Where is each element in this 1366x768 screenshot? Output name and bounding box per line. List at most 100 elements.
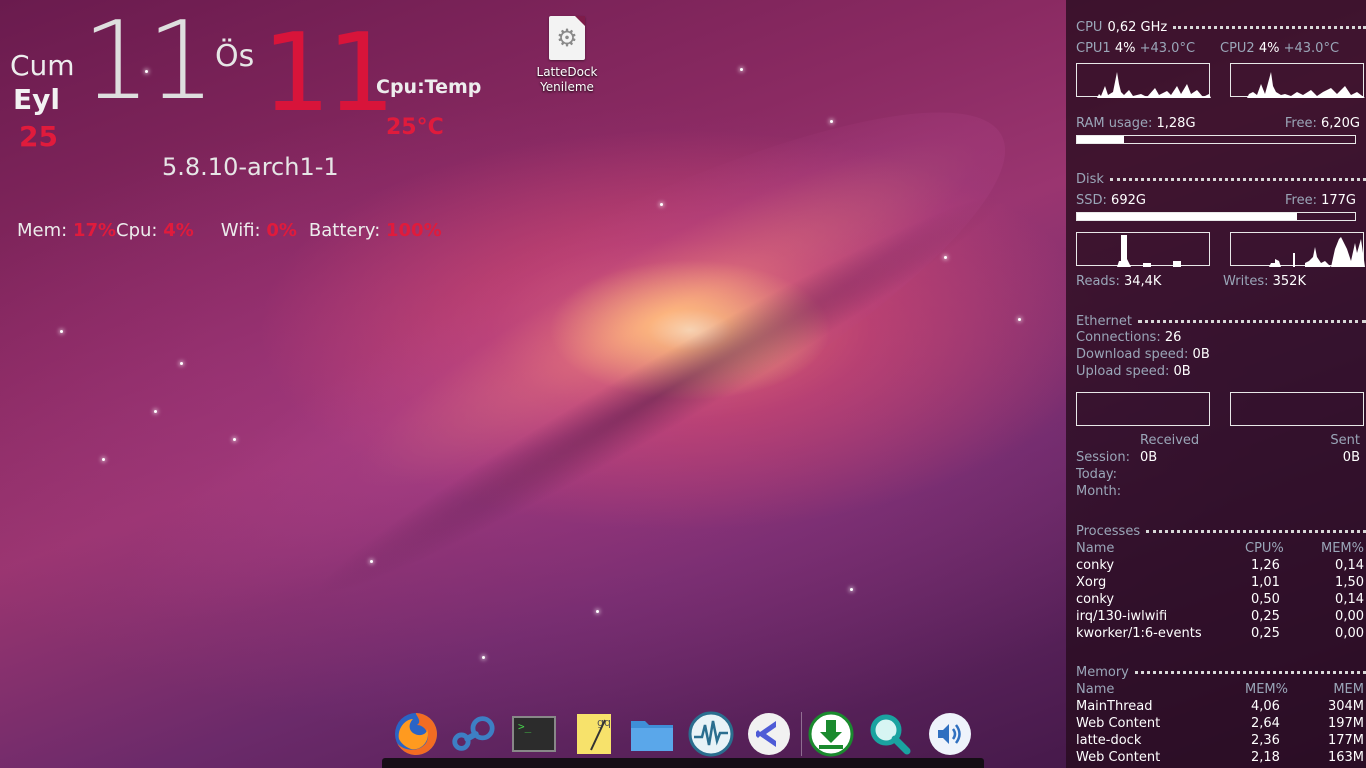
process-mem: 0,14 [1335, 558, 1364, 573]
cpu1-graph [1076, 63, 1211, 98]
memory-col-name: Name [1076, 682, 1115, 697]
ssd-free-label: Free: [1285, 193, 1317, 208]
memory-process-pct: 2,64 [1251, 716, 1280, 731]
battery-label: Battery: [308, 220, 386, 241]
cpu1-label: CPU1 [1076, 41, 1111, 56]
visual-studio-code-icon [748, 713, 790, 755]
process-cpu: 0,25 [1251, 609, 1280, 624]
clock-hour: 11 [82, 0, 215, 124]
firefox-launcher[interactable] [392, 710, 440, 758]
ram-usage-line: RAM usage: 1,28G [1076, 116, 1196, 132]
processes-column-headers: Name CPU% MEM% [1076, 540, 1366, 557]
star [370, 560, 373, 563]
connections-value: 26 [1164, 330, 1182, 345]
text-editor-icon: gq [577, 714, 611, 754]
cpu2-usage: 4% [1258, 41, 1280, 56]
memory-process-name: Web Content [1076, 750, 1161, 765]
processes-title: Processes [1076, 523, 1141, 539]
ram-free-label: Free: [1284, 116, 1317, 131]
star [180, 362, 183, 365]
process-row: conky 1,26 0,14 [1076, 557, 1366, 574]
visual-studio-code-launcher[interactable] [745, 710, 793, 758]
ethernet-title: Ethernet [1076, 313, 1132, 329]
process-row: kworker/1:6-events 0,25 0,00 [1076, 625, 1366, 642]
memory-process-pct: 4,06 [1251, 699, 1280, 714]
desktop[interactable]: Cum Eyl 25 11 Ös 11 Cpu:Temp 25°C 5.8.10… [0, 0, 1366, 768]
steam-icon [452, 716, 495, 751]
system-monitor-launcher[interactable] [687, 710, 735, 758]
ram-usage-bar-fill [1077, 136, 1125, 143]
file-manager-icon [631, 721, 673, 751]
disk-reads-label: Reads: [1076, 274, 1120, 289]
system-stats-line: Mem: 17%Cpu: 4% Wifi: 0% Battery: 100% [17, 220, 442, 241]
terminal-icon: >_ [512, 716, 556, 752]
upload-speed-value: 0B [1173, 364, 1191, 379]
process-name: Xorg [1076, 575, 1107, 590]
process-row: Xorg 1,01 1,50 [1076, 574, 1366, 591]
star [482, 656, 485, 659]
search-tool-icon [870, 714, 911, 755]
system-monitor-icon [688, 711, 734, 757]
process-cpu: 1,01 [1251, 575, 1280, 590]
cpu2-temp: +43.0°C [1283, 41, 1340, 56]
download-manager-launcher[interactable] [807, 710, 855, 758]
upload-speed-line: Upload speed: 0B [1076, 364, 1191, 380]
process-row: irq/130-iwlwifi 0,25 0,00 [1076, 608, 1366, 625]
desktop-file-lattedock-yenileme[interactable]: ⚙ LatteDock Yenileme [527, 16, 607, 95]
process-cpu: 0,50 [1251, 592, 1280, 607]
ram-used: 1,28G [1156, 116, 1196, 131]
day-number: 25 [19, 120, 58, 153]
month-label: Month: [1076, 484, 1122, 499]
sent-label: Sent [1330, 433, 1360, 448]
ssd-free-line: Free: 177G [1285, 193, 1356, 209]
search-tool-launcher[interactable] [866, 710, 914, 758]
steam-launcher[interactable] [448, 710, 496, 758]
cpu-value: 4% [163, 220, 194, 241]
file-manager-launcher[interactable] [628, 710, 676, 758]
ram-usage-bar [1076, 135, 1356, 144]
memory-title: Memory [1076, 664, 1129, 680]
desktop-file-label: LatteDock Yenileme [527, 65, 607, 95]
memory-process-pct: 2,36 [1251, 733, 1280, 748]
text-editor-launcher[interactable]: gq [570, 710, 618, 758]
ethernet-section-header: Ethernet [1076, 313, 1366, 329]
session-label: Session: [1076, 450, 1130, 465]
disk-reads-line: Reads: 34,4K [1076, 274, 1161, 290]
disk-writes-value: 352K [1272, 274, 1306, 289]
processes-col-mem: MEM% [1321, 541, 1364, 556]
cpu-section-header: CPU 0,62 GHz [1076, 19, 1366, 35]
process-name: conky [1076, 592, 1115, 607]
process-name: conky [1076, 558, 1115, 573]
clock-minute: 11 [262, 11, 395, 136]
memory-process-name: Web Content [1076, 716, 1161, 731]
cpu1-temp: +43.0°C [1139, 41, 1196, 56]
memory-process-mem: 177M [1327, 733, 1364, 748]
download-graph [1076, 392, 1210, 426]
desktop-file-label-line2: Yenileme [540, 80, 594, 94]
terminal-launcher[interactable]: >_ [510, 710, 558, 758]
processes-col-name: Name [1076, 541, 1115, 556]
cpu2-line: CPU2 4% +43.0°C [1220, 41, 1339, 57]
battery-value: 100% [386, 220, 442, 241]
process-cpu: 0,25 [1251, 626, 1280, 641]
disk-writes-line: Writes: 352K [1223, 274, 1306, 290]
ram-free: 6,20G [1320, 116, 1360, 131]
cpu-temp-value: 25°C [386, 115, 444, 140]
disk-reads-value: 34,4K [1123, 274, 1162, 289]
conky-panel: CPU 0,62 GHz CPU1 4% +43.0°C CPU2 4% +43… [1066, 0, 1366, 768]
star [660, 203, 663, 206]
today-label: Today: [1076, 467, 1118, 482]
star [596, 610, 599, 613]
star [830, 120, 833, 123]
download-speed-value: 0B [1192, 347, 1210, 362]
memory-row: Web Content 2,64 197M [1076, 715, 1366, 732]
gear-icon: ⚙ [556, 24, 578, 52]
disk-section-header: Disk [1076, 171, 1366, 187]
wifi-label: Wifi: [220, 220, 267, 241]
star [1018, 318, 1021, 321]
star [850, 588, 853, 591]
disk-title: Disk [1076, 171, 1104, 187]
volume-launcher[interactable] [926, 710, 974, 758]
memory-process-name: MainThread [1076, 699, 1153, 714]
ssd-usage-bar-fill [1077, 213, 1297, 220]
